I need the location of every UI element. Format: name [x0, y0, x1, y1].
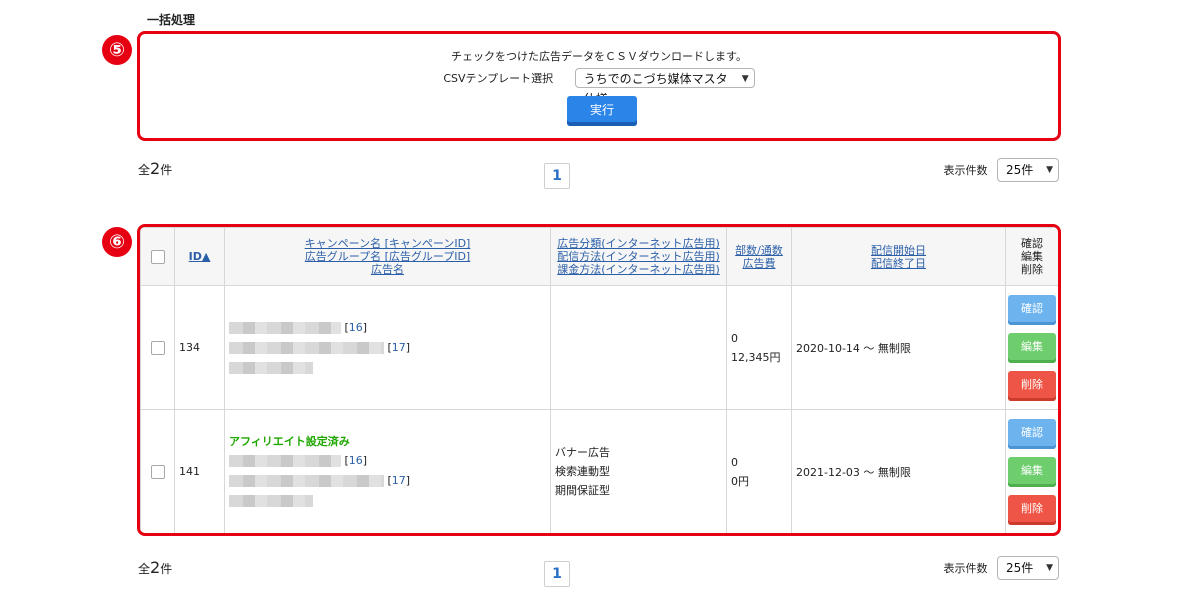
per-page-value: 25件 [1006, 561, 1034, 575]
total-count: 全2件 [138, 159, 172, 178]
pagination-page-1-bottom[interactable]: 1 [544, 561, 570, 587]
total-number: 2 [150, 558, 161, 577]
sort-campaign-link[interactable]: キャンペーン名 [キャンペーンID] [225, 237, 550, 250]
row-period: 2020-10-14 ～ 無制限 [791, 285, 1006, 410]
row-actions-cell: 確認 編集 削除 [1005, 409, 1058, 533]
per-page-select-bottom[interactable]: 25件 ▼ [997, 556, 1059, 580]
execute-button[interactable]: 実行 [567, 96, 637, 126]
table-row: 141 アフィリエイト設定済み [16] [17] バナー広告 検索連動型 期間… [140, 409, 1058, 533]
row-cost: 0円 [731, 474, 749, 488]
header-actions: 確認 編集 削除 [1005, 227, 1058, 286]
row-checkbox-cell [140, 409, 175, 533]
header-edit-label: 編集 [1021, 250, 1043, 263]
csv-download-panel: チェックをつけた広告データをＣＳＶダウンロードします。 CSVテンプレート選択 … [137, 31, 1061, 141]
ad-table: ID▲ キャンペーン名 [キャンペーンID] 広告グループ名 [広告グループID… [140, 227, 1058, 533]
header-id: ID▲ [174, 227, 225, 286]
total-prefix: 全 [138, 562, 151, 576]
campaign-id-link[interactable]: 16 [349, 454, 363, 467]
row-name-cell: [16] [17] [224, 285, 551, 410]
ad-table-panel: ID▲ キャンペーン名 [キャンペーンID] 広告グループ名 [広告グループID… [137, 224, 1061, 536]
csv-template-select[interactable]: うちでのこづち媒体マスタ仕様 ▼ [574, 68, 755, 106]
row-checkbox[interactable] [150, 340, 165, 355]
total-number: 2 [150, 159, 161, 178]
sort-category-link[interactable]: 広告分類(インターネット広告用) [551, 237, 726, 250]
campaign-id-link[interactable]: 16 [349, 321, 363, 334]
header-select-all [140, 227, 175, 286]
row-quantity: 0 [731, 455, 738, 469]
table-row: 134 [16] [17] 0 12,345円 2020-10-14 ～ 無制限 [140, 285, 1058, 410]
callout-number-5: ⑤ [102, 35, 132, 65]
sort-delivery-link[interactable]: 配信方法(インターネット広告用) [551, 250, 726, 263]
redacted-adgroup-name [229, 341, 384, 354]
row-name-cell: アフィリエイト設定済み [16] [17] [224, 409, 551, 533]
row-checkbox-cell [140, 285, 175, 410]
total-prefix: 全 [138, 163, 151, 177]
sort-billing-link[interactable]: 課金方法(インターネット広告用) [551, 263, 726, 276]
total-count-bottom: 全2件 [138, 558, 172, 577]
sort-end-date-link[interactable]: 配信終了日 [792, 257, 1005, 270]
confirm-button[interactable]: 確認 [1008, 418, 1056, 449]
row-id: 141 [174, 409, 225, 533]
chevron-down-icon: ▼ [741, 74, 749, 84]
table-header-row: ID▲ キャンペーン名 [キャンペーンID] 広告グループ名 [広告グループID… [140, 227, 1058, 286]
row-checkbox[interactable] [150, 464, 165, 479]
header-category: 広告分類(インターネット広告用) 配信方法(インターネット広告用) 課金方法(イ… [550, 227, 727, 286]
delete-button[interactable]: 削除 [1008, 494, 1056, 525]
header-confirm-label: 確認 [1021, 237, 1043, 250]
row-actions-cell: 確認 編集 削除 [1005, 285, 1058, 410]
sort-cost-link[interactable]: 広告費 [727, 257, 791, 270]
edit-button[interactable]: 編集 [1008, 456, 1056, 487]
sort-adgroup-link[interactable]: 広告グループ名 [広告グループID] [225, 250, 550, 263]
per-page-select[interactable]: 25件 ▼ [997, 158, 1059, 182]
sort-id-link[interactable]: ID▲ [189, 250, 211, 263]
confirm-button[interactable]: 確認 [1008, 294, 1056, 325]
edit-button[interactable]: 編集 [1008, 332, 1056, 363]
row-cost: 12,345円 [731, 350, 781, 364]
per-page-control-bottom: 表示件数 25件 ▼ [943, 556, 1059, 580]
chevron-down-icon: ▼ [1046, 165, 1053, 175]
per-page-label: 表示件数 [943, 562, 988, 575]
header-name: キャンペーン名 [キャンペーンID] 広告グループ名 [広告グループID] 広告… [224, 227, 551, 286]
total-suffix: 件 [160, 562, 173, 576]
row-category-cell: バナー広告 検索連動型 期間保証型 [550, 409, 727, 533]
per-page-value: 25件 [1006, 163, 1034, 177]
sort-adname-link[interactable]: 広告名 [225, 263, 550, 276]
delete-button[interactable]: 削除 [1008, 370, 1056, 401]
total-suffix: 件 [160, 163, 173, 177]
row-quantity-cell: 0 0円 [726, 409, 792, 533]
csv-message: チェックをつけた広告データをＣＳＶダウンロードします。 [451, 50, 747, 63]
adgroup-id-link[interactable]: 17 [392, 474, 406, 487]
redacted-ad-name [229, 361, 313, 374]
row-period: 2021-12-03 ～ 無制限 [791, 409, 1006, 533]
row-category: バナー広告 [555, 446, 610, 459]
redacted-adgroup-name [229, 474, 384, 487]
header-dates: 配信開始日 配信終了日 [791, 227, 1006, 286]
redacted-campaign-name [229, 454, 341, 467]
redacted-campaign-name [229, 321, 341, 334]
affiliate-status: アフィリエイト設定済み [229, 434, 350, 448]
row-delivery: 検索連動型 [555, 465, 610, 478]
row-category-cell [550, 285, 727, 410]
csv-template-label: CSVテンプレート選択 [443, 72, 554, 85]
row-quantity-cell: 0 12,345円 [726, 285, 792, 410]
callout-number-6: ⑥ [102, 227, 132, 257]
row-id: 134 [174, 285, 225, 410]
row-quantity: 0 [731, 331, 738, 345]
per-page-label: 表示件数 [943, 164, 988, 177]
redacted-ad-name [229, 494, 313, 507]
csv-template-row: CSVテンプレート選択 うちでのこづち媒体マスタ仕様 ▼ [140, 68, 1058, 106]
header-delete-label: 削除 [1021, 263, 1043, 276]
pagination-page-1[interactable]: 1 [544, 163, 570, 189]
adgroup-id-link[interactable]: 17 [392, 341, 406, 354]
header-quantity: 部数/通数 広告費 [726, 227, 792, 286]
row-billing: 期間保証型 [555, 484, 610, 497]
chevron-down-icon: ▼ [1046, 563, 1053, 573]
select-all-checkbox[interactable] [150, 249, 165, 264]
sort-start-date-link[interactable]: 配信開始日 [792, 244, 1005, 257]
section-title: 一括処理 [147, 13, 196, 27]
sort-quantity-link[interactable]: 部数/通数 [727, 244, 791, 257]
per-page-control: 表示件数 25件 ▼ [943, 158, 1059, 182]
